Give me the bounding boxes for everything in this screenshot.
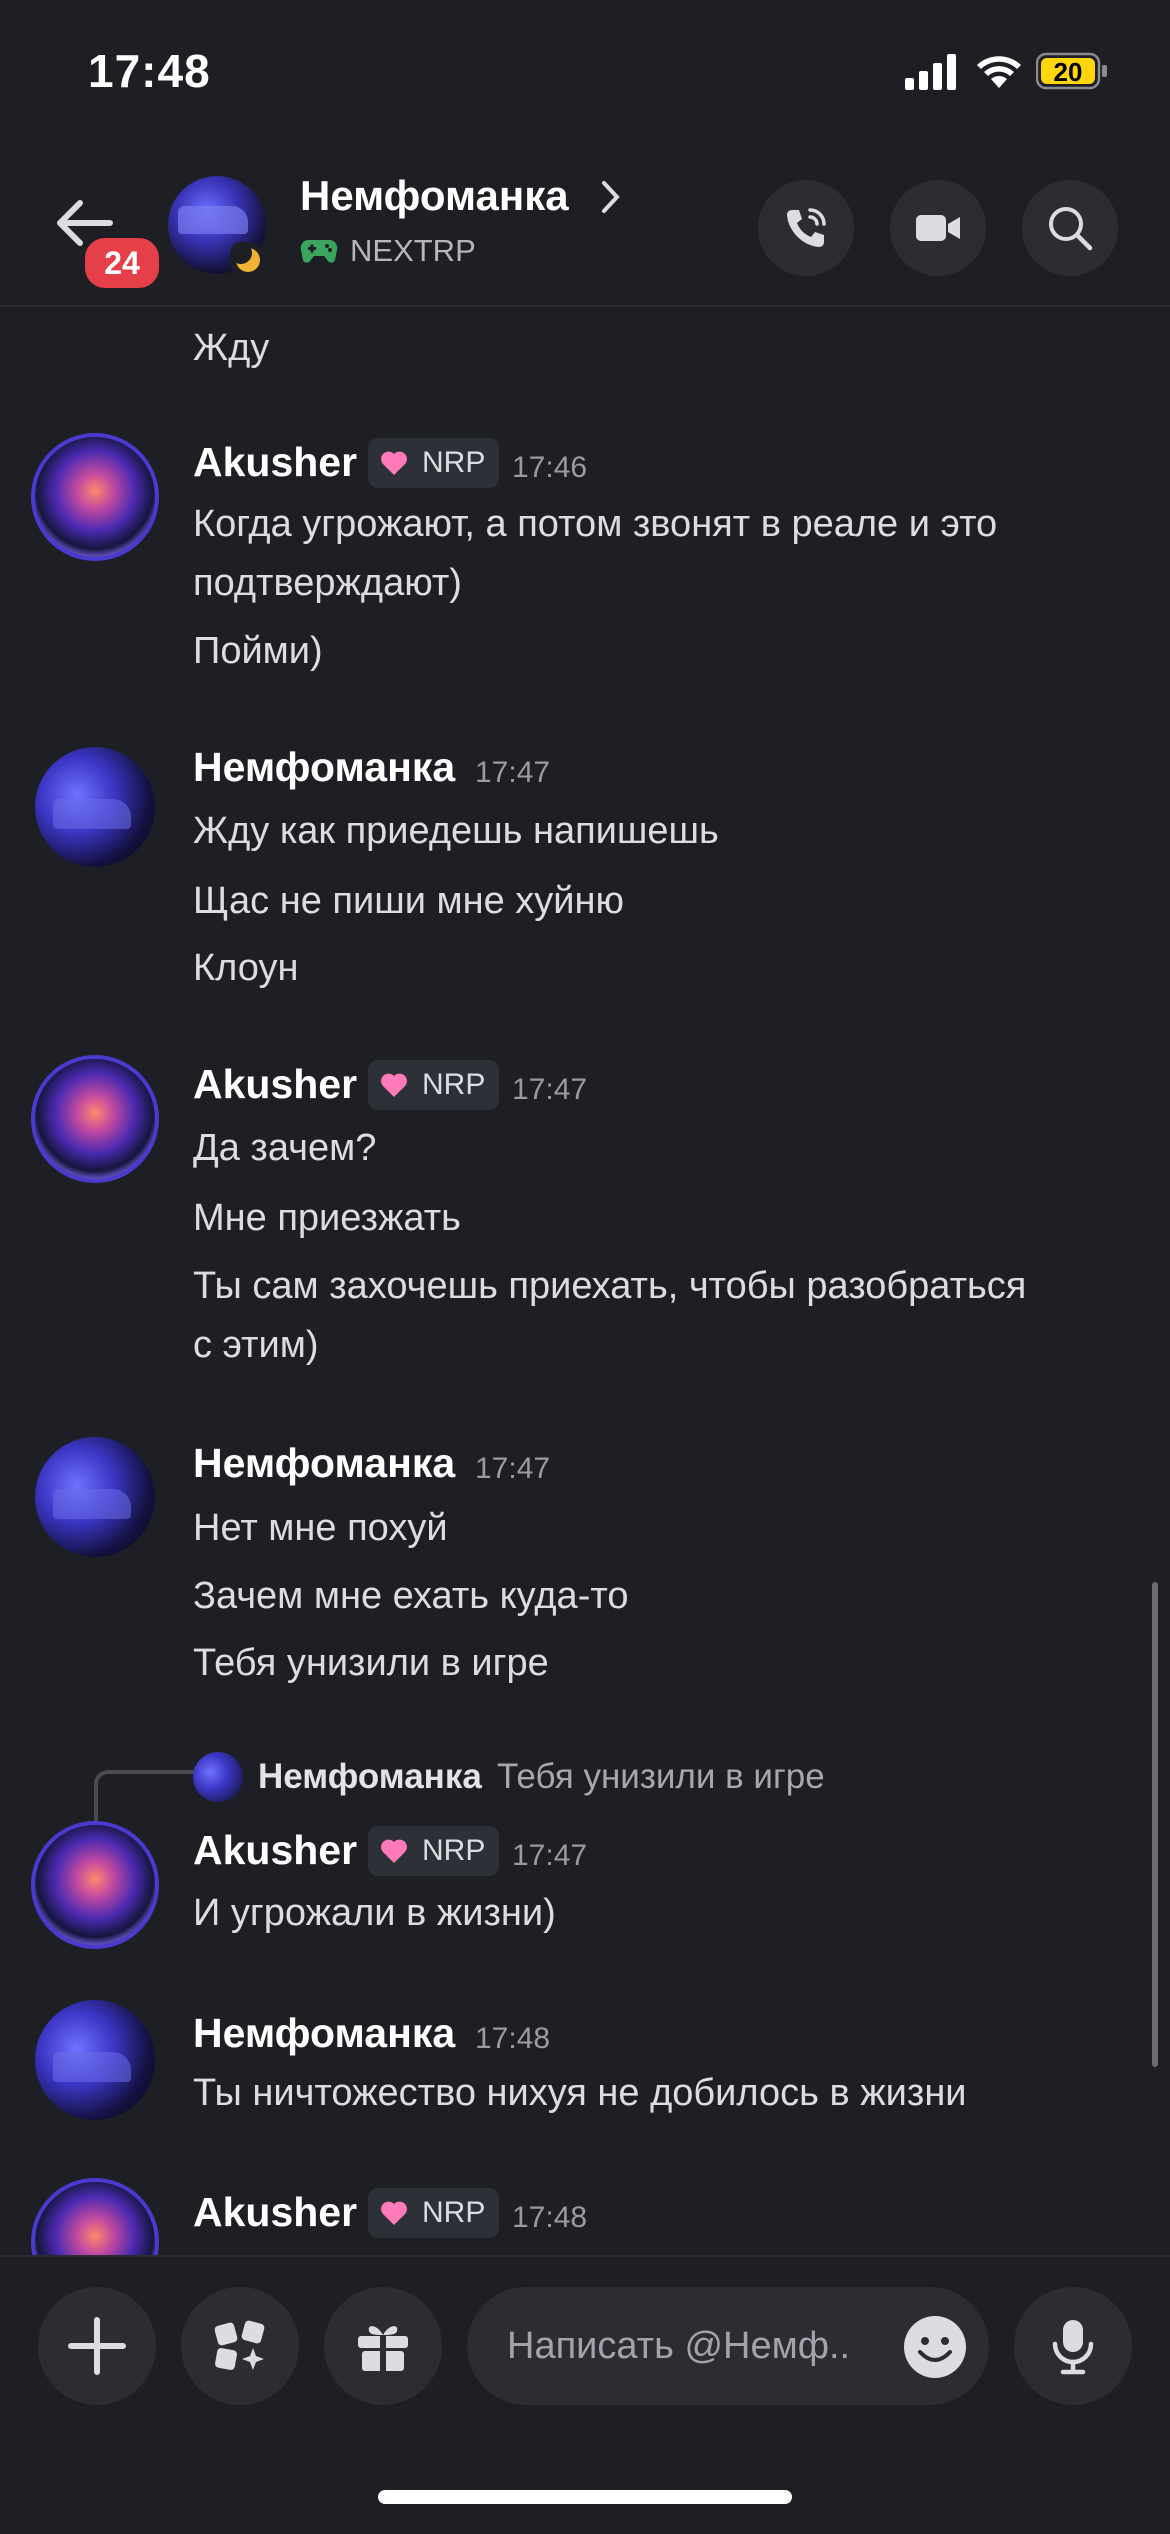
input-placeholder: Написать @Немф.. [507,2325,851,2367]
gamepad-icon [300,240,338,263]
author-name[interactable]: Akusher [193,439,357,486]
avatar[interactable] [35,1437,155,1557]
message-text: Нет мне похуй [193,1507,448,1549]
timestamp: 17:47 [512,1073,588,1106]
avatar[interactable] [35,2182,155,2255]
avatar[interactable] [35,747,155,867]
message-text: Когда угрожают, а потом звонят в реале и… [193,503,998,545]
message-text: Пойми) [193,630,323,672]
guild-tag[interactable]: NRP [368,438,500,488]
message-text: И угрожали в жизни) [193,1892,556,1934]
timestamp: 17:48 [475,2022,551,2055]
tag-label: NRP [422,1834,486,1867]
phone-call-icon [787,208,826,247]
timestamp: 17:47 [512,1839,588,1872]
message-text: Мне приезжать [193,1197,461,1239]
timestamp: 17:46 [512,451,588,484]
activity-label: NEXTRP [350,233,476,268]
home-indicator[interactable] [378,2490,792,2504]
reply-preview[interactable]: Тебя унизили в игре [497,1757,825,1797]
message-text: Ты сам захочешь приехать, чтобы разобрат… [193,1265,1027,1307]
activity-status: NEXTRP [300,233,476,269]
attach-button[interactable] [38,2287,156,2405]
moon-icon [230,242,266,278]
message-text: подтверждают) [193,562,462,604]
wifi-icon [977,56,1021,88]
message-text: Щас не пиши мне хуйню [193,880,625,922]
author-name[interactable]: Akusher [193,1061,357,1108]
voice-message-button[interactable] [1014,2287,1132,2405]
clock: 17:48 [88,45,211,97]
author-name[interactable]: Немфоманка [193,1440,455,1487]
battery-icon: 20 [1036,52,1107,90]
tag-label: NRP [422,446,486,479]
author-name[interactable]: Немфоманка [193,2010,455,2057]
timestamp: 17:48 [512,2201,588,2234]
scrollbar[interactable] [1152,1582,1158,2067]
apps-icon [214,2320,265,2370]
message-text: Тебя унизили в игре [193,1642,549,1684]
timestamp: 17:47 [475,1452,551,1485]
heart-icon [381,2201,407,2225]
guild-tag[interactable]: NRP [368,1826,500,1876]
battery-level: 20 [1054,57,1083,87]
author-name[interactable]: Akusher [193,2189,357,2236]
heart-icon [381,1073,407,1097]
author-name[interactable]: Немфоманка [193,744,455,791]
video-call-button[interactable] [890,180,986,276]
message-text: Да зачем? [193,1127,377,1169]
search-button[interactable] [1022,180,1118,276]
timestamp: 17:47 [475,756,551,789]
guild-tag[interactable]: NRP [368,1060,500,1110]
message-text: Жду как приедешь напишешь [193,810,719,852]
reply-avatar [193,1752,243,1802]
gift-icon [358,2326,408,2372]
avatar[interactable] [35,2000,155,2120]
message-text: Ты ничтожество нихуя не добилось в жизни [193,2072,967,2114]
message-text: Жду [193,327,270,369]
plus-icon [68,2317,126,2375]
status-bar: 17:48 20 [0,0,1170,150]
avatar[interactable] [35,1825,155,1945]
chat-header: 24 Немфоманка NEXTRP [0,150,1170,307]
message-text: Зачем мне ехать куда-то [193,1575,629,1617]
video-camera-icon [916,215,960,241]
message-text: Клоун [193,947,299,989]
chevron-right-icon[interactable] [600,180,622,214]
reply-author[interactable]: Немфоманка [258,1757,482,1797]
search-icon [1049,207,1093,251]
apps-button[interactable] [181,2287,299,2405]
cellular-signal-icon [905,54,956,90]
message-input[interactable]: Написать @Немф.. [467,2287,989,2405]
microphone-icon [1052,2320,1094,2375]
message-list[interactable]: Жду Akusher NRP 17:46 Когда угрожают, а … [0,307,1170,2255]
message-text: с этим) [193,1324,319,1366]
tag-label: NRP [422,1068,486,1101]
author-name[interactable]: Akusher [193,1827,357,1874]
channel-title[interactable]: Немфоманка [300,172,569,220]
heart-icon [381,451,407,475]
guild-tag[interactable]: NRP [368,2188,500,2238]
avatar[interactable] [35,437,155,557]
heart-icon [381,1839,407,1863]
avatar[interactable] [35,1059,155,1179]
reply-connector [94,1770,196,1822]
unread-badge: 24 [80,233,164,293]
emoji-icon[interactable] [902,2314,968,2380]
gift-button[interactable] [324,2287,442,2405]
tag-label: NRP [422,2196,486,2229]
voice-call-button[interactable] [758,180,854,276]
